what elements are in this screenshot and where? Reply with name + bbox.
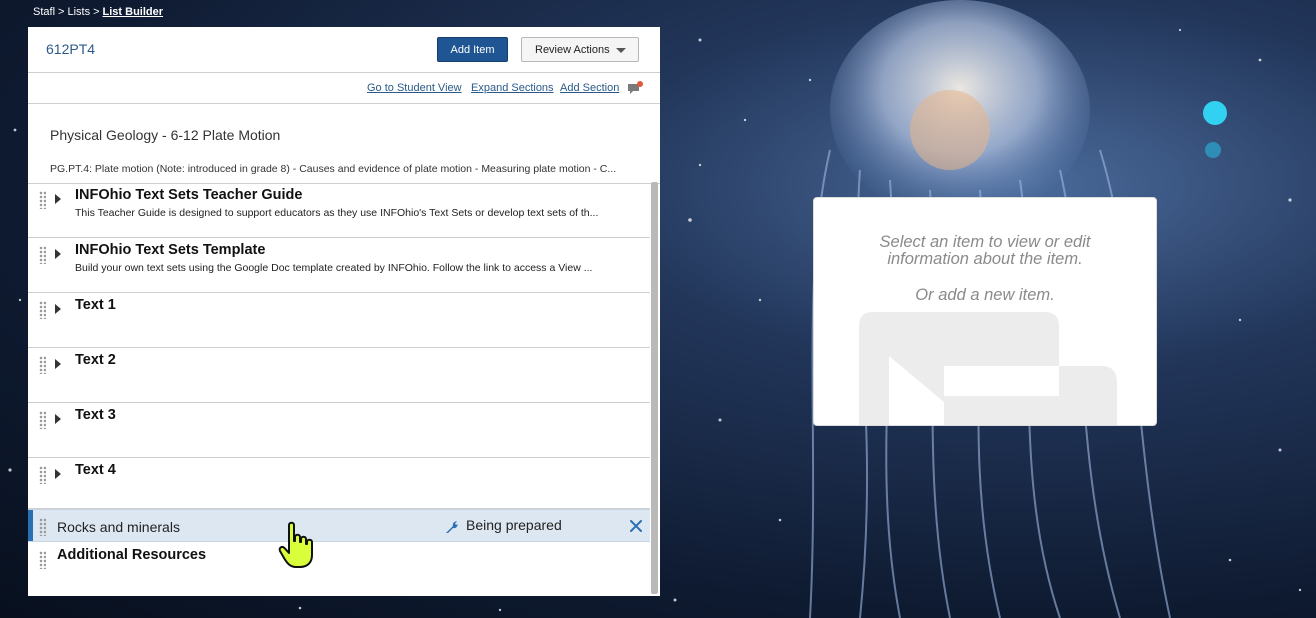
list-item[interactable]: Text 3 [28, 403, 650, 458]
vertical-scrollbar[interactable] [651, 182, 658, 594]
item-details-placeholder: Select an item to view or edit informati… [813, 197, 1157, 426]
info-instructions: Select an item to view or edit informati… [814, 234, 1156, 268]
breadcrumb: Stafl > Lists > List Builder [33, 6, 163, 18]
list-item[interactable]: INFOhio Text Sets Template Build your ow… [28, 238, 650, 293]
drag-handle-icon[interactable] [39, 411, 46, 429]
breadcrumb-stafl[interactable]: Stafl [33, 6, 55, 18]
drag-handle-icon[interactable] [39, 466, 46, 484]
preparing-item-row[interactable]: Rocks and minerals Being prepared [28, 509, 650, 542]
add-section-link[interactable]: Add Section [560, 82, 619, 94]
info-line-2: information about the item. [887, 250, 1083, 268]
add-item-button[interactable]: Add Item [437, 37, 508, 62]
document-placeholder-icon [859, 312, 1117, 425]
preparing-status: Being prepared [466, 517, 562, 533]
breadcrumb-separator: > [93, 6, 100, 18]
list-builder-panel: 612PT4 Add Item Review Actions Go to Stu… [28, 27, 660, 596]
hand-pointer-cursor-icon [278, 521, 313, 568]
additional-resources-title: Additional Resources [57, 547, 207, 563]
item-title: Text 1 [75, 297, 116, 313]
item-description: This Teacher Guide is designed to suppor… [75, 207, 599, 219]
info-line-1: Select an item to view or edit [879, 233, 1091, 251]
expand-arrow-icon[interactable] [55, 359, 61, 369]
item-title: Text 2 [75, 352, 116, 368]
chat-notification-icon[interactable] [627, 81, 643, 95]
review-actions-button[interactable]: Review Actions [521, 37, 639, 62]
drag-handle-icon[interactable] [39, 246, 46, 264]
drag-handle-icon[interactable] [39, 518, 46, 536]
breadcrumb-list-builder[interactable]: List Builder [103, 6, 164, 18]
drag-handle-icon[interactable] [39, 191, 46, 209]
item-title: INFOhio Text Sets Template [75, 242, 266, 258]
drag-handle-icon[interactable] [39, 356, 46, 374]
expand-arrow-icon[interactable] [55, 304, 61, 314]
panel-header: 612PT4 Add Item Review Actions [28, 27, 660, 73]
list-item[interactable]: Text 2 [28, 348, 650, 403]
item-title: INFOhio Text Sets Teacher Guide [75, 187, 303, 203]
drag-handle-icon[interactable] [39, 551, 46, 569]
list-item[interactable]: INFOhio Text Sets Teacher Guide This Tea… [28, 183, 650, 238]
breadcrumb-separator: > [58, 6, 65, 18]
go-to-student-view-link[interactable]: Go to Student View [367, 82, 462, 94]
expand-arrow-icon[interactable] [55, 194, 61, 204]
review-actions-label: Review Actions [535, 43, 610, 56]
preparing-item-title: Rocks and minerals [57, 519, 180, 535]
list-code: 612PT4 [46, 41, 96, 57]
item-title: Text 4 [75, 462, 116, 478]
info-line-3: Or add a new item. [915, 286, 1055, 304]
section-title: Physical Geology - 6-12 Plate Motion [50, 127, 281, 143]
action-links-bar: Go to Student View Expand Sections Add S… [28, 73, 660, 104]
item-description: Build your own text sets using the Googl… [75, 262, 593, 274]
expand-sections-link[interactable]: Expand Sections [471, 82, 554, 94]
wrench-icon [446, 521, 458, 533]
list-item[interactable]: Text 1 [28, 293, 650, 348]
expand-arrow-icon[interactable] [55, 469, 61, 479]
list-item[interactable]: Text 4 [28, 458, 650, 509]
chevron-down-icon [616, 48, 626, 53]
close-icon[interactable] [629, 519, 643, 533]
section-header[interactable]: Physical Geology - 6-12 Plate Motion PG.… [28, 104, 660, 184]
section-description: PG.PT.4: Plate motion (Note: introduced … [50, 163, 617, 175]
item-title: Text 3 [75, 407, 116, 423]
selection-indicator [28, 510, 33, 541]
expand-arrow-icon[interactable] [55, 414, 61, 424]
drag-handle-icon[interactable] [39, 301, 46, 319]
breadcrumb-lists[interactable]: Lists [67, 6, 90, 18]
additional-resources-section[interactable]: Additional Resources [28, 543, 650, 593]
expand-arrow-icon[interactable] [55, 249, 61, 259]
